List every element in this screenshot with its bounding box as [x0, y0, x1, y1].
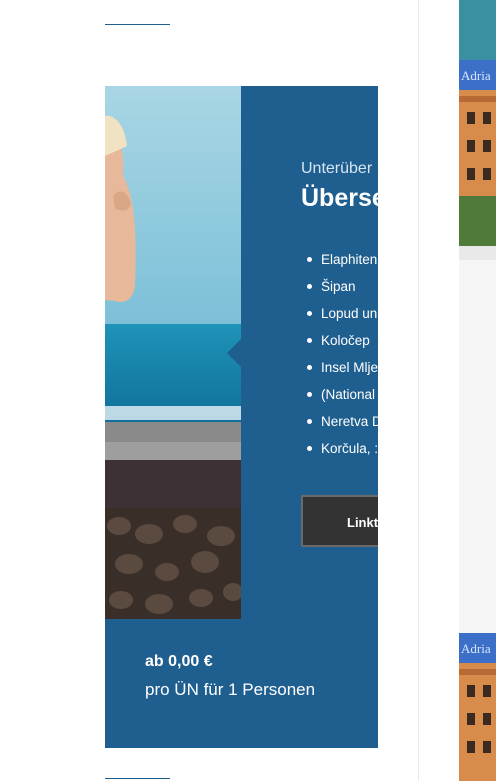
- thumbnail-watermark: Adria: [461, 641, 491, 656]
- offer-card: Unterüber Überse Elaphiten Šipan Lopud u…: [105, 86, 378, 748]
- section-bottom-rule: [105, 778, 170, 779]
- feature-item: Korčula, :: [305, 435, 378, 462]
- card-subtitle: Unterüber: [301, 160, 373, 177]
- column-divider: [418, 0, 419, 781]
- feature-list: Elaphiten Šipan Lopud un Koločep Insel M…: [305, 246, 378, 462]
- sidebar-thumbnail-hotel-2[interactable]: Adria: [459, 633, 496, 781]
- sidebar-thumbnail-hotel[interactable]: Adria: [459, 0, 496, 260]
- price-label: ab 0,00 €: [145, 653, 213, 670]
- feature-item: Elaphiten: [305, 246, 378, 273]
- card-title: Überse: [301, 184, 378, 212]
- feature-item: Neretva D: [305, 408, 378, 435]
- card-pointer-arrow: [227, 339, 241, 367]
- offer-photo: [105, 86, 241, 619]
- thumbnail-watermark: Adria: [461, 68, 491, 83]
- feature-item: Lopud un: [305, 300, 378, 327]
- section-top-rule: [105, 24, 170, 25]
- feature-item: Insel Mlje: [305, 354, 378, 381]
- price-note: pro ÜN für 1 Personen: [145, 680, 316, 699]
- feature-item: Koločep: [305, 327, 378, 354]
- feature-item: Šipan: [305, 273, 378, 300]
- link-button[interactable]: Linkt: [301, 495, 378, 547]
- feature-item: (National: [305, 381, 378, 408]
